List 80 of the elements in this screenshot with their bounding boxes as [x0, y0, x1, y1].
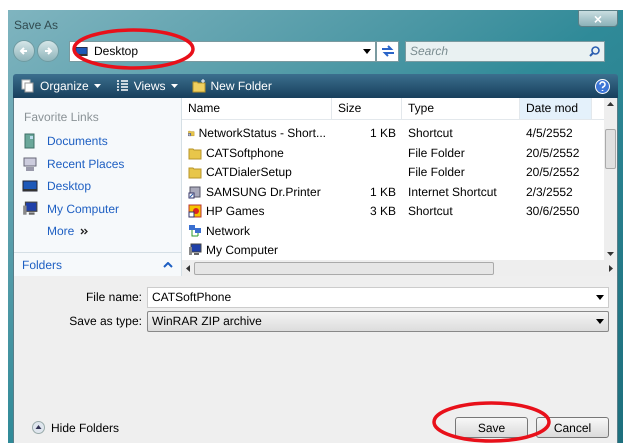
table-cell-text: 4/5/2552: [526, 125, 573, 142]
vertical-scrollbar[interactable]: [604, 98, 617, 260]
file-name[interactable]: NetworkStatus - Short...: [198, 124, 326, 142]
scroll-right-icon: [609, 264, 613, 272]
file-name[interactable]: SAMSUNG Dr.Printer: [206, 182, 321, 201]
file-type-dropdown[interactable]: WinRAR ZIP archive: [147, 310, 609, 332]
field-label: Save as type:: [68, 313, 143, 330]
table-cell-text: File Folder: [408, 164, 465, 182]
search-icon: [589, 46, 600, 56]
folders-label: Folders: [22, 256, 62, 274]
dialog-button[interactable]: Cancel: [536, 417, 609, 438]
refresh-arrows-icon: [380, 45, 394, 57]
scroll-up-icon: [607, 102, 614, 106]
sidebar-link[interactable]: Recent Places: [14, 152, 181, 175]
search-field[interactable]: Search: [405, 40, 605, 62]
table-cell-text: 1 KB: [370, 184, 396, 201]
computer-icon: [22, 200, 38, 217]
column-header[interactable]: Name: [182, 98, 332, 118]
table-cell-text: 2/3/2552: [526, 184, 573, 201]
collapse-chevron-icon: [163, 262, 173, 268]
scroll-left-icon: [186, 264, 190, 272]
computer-icon: [188, 243, 202, 258]
double-chevron-icon: [80, 228, 88, 234]
table-cell-text: Shortcut: [408, 125, 453, 142]
scroll-down-icon: [607, 252, 614, 256]
table-cell-text: 20/5/2552: [526, 144, 580, 162]
dropdown-caret-icon: [596, 294, 604, 300]
games-icon: [188, 204, 202, 218]
forward-button[interactable]: [37, 40, 59, 62]
address-field[interactable]: Desktop: [69, 40, 376, 62]
pages-icon: [21, 79, 35, 93]
table-cell-text: 1 KB: [370, 125, 396, 142]
file-name-field[interactable]: CATSoftPhone: [147, 286, 609, 308]
search-input[interactable]: Search: [410, 42, 589, 60]
folder-icon: [188, 165, 202, 180]
help-icon[interactable]: [595, 78, 610, 94]
list-view-icon: [114, 79, 129, 93]
table-cell-text: 20/5/2552: [526, 164, 580, 182]
table-cell-text: Shortcut: [408, 203, 453, 220]
file-name[interactable]: HP Games: [206, 202, 264, 220]
hide-folders-button[interactable]: Hide Folders: [22, 418, 120, 436]
dropdown-caret-icon: [363, 48, 371, 54]
desktop-icon: [22, 178, 38, 194]
file-name[interactable]: CATDialerSetup: [206, 163, 292, 182]
column-header[interactable]: Size: [332, 98, 402, 118]
table-cell-text: 30/6/2550: [526, 203, 580, 220]
column-header[interactable]: Date mod: [520, 98, 592, 118]
dialog-button[interactable]: Save: [455, 417, 528, 438]
scroll-thumb[interactable]: [605, 129, 616, 169]
toolbar-button[interactable]: Views: [114, 77, 178, 95]
sidebar-link[interactable]: Documents: [14, 130, 181, 152]
forward-arrow-icon: [43, 46, 53, 56]
recent-places-icon: [22, 156, 38, 172]
table-cell-text: 3 KB: [370, 203, 396, 220]
printer-icon: [188, 184, 202, 199]
back-arrow-icon: [19, 46, 29, 56]
dropdown-caret-icon: [94, 84, 101, 88]
table-cell-text: File Folder: [408, 144, 465, 162]
file-name[interactable]: Network: [206, 222, 250, 240]
back-button[interactable]: [13, 40, 35, 62]
refresh-button[interactable]: [376, 40, 399, 62]
more-link[interactable]: More: [14, 220, 181, 242]
folder-icon: [188, 146, 202, 160]
sidebar-heading: Favorite Links: [23, 109, 100, 126]
toolbar-button[interactable]: New Folder: [192, 77, 272, 95]
sidebar-link[interactable]: Desktop: [14, 175, 181, 198]
sidebar-link[interactable]: My Computer: [14, 198, 181, 220]
dropdown-caret-icon: [596, 318, 604, 324]
window-title: Save As: [13, 17, 58, 34]
toolbar-button[interactable]: Organize: [21, 77, 101, 95]
horizontal-scrollbar[interactable]: [182, 260, 617, 276]
dropdown-caret-icon: [170, 84, 178, 88]
new-folder-icon: [192, 79, 206, 93]
field-label: File name:: [84, 289, 143, 306]
scroll-thumb[interactable]: [194, 262, 494, 274]
file-name[interactable]: My Computer: [206, 241, 278, 260]
table-cell-text: Internet Shortcut: [408, 184, 497, 201]
file-name[interactable]: CATSoftphone: [206, 144, 284, 162]
network-icon: [188, 224, 202, 238]
address-text: Desktop: [94, 43, 140, 60]
